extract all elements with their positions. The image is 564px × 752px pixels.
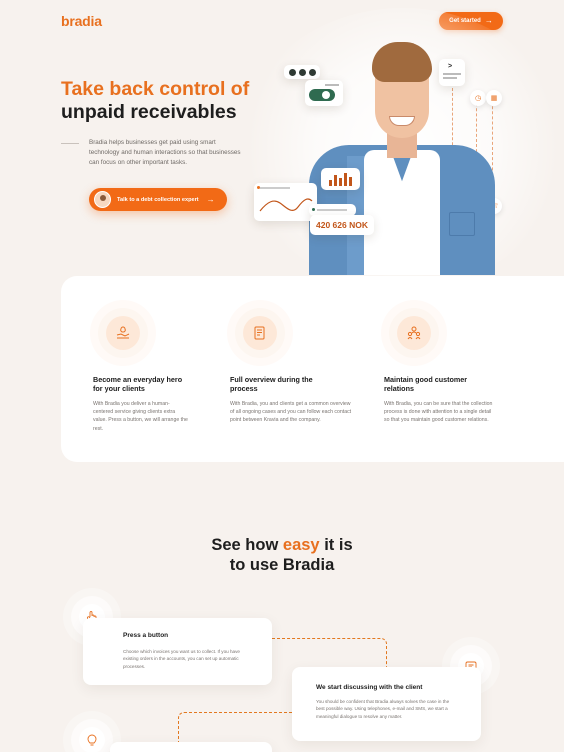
- how-title-post: it is: [324, 536, 353, 554]
- step-description: You should be confident that Bradia alwa…: [316, 699, 450, 719]
- line-chart-card: [254, 183, 317, 221]
- talk-to-expert-label: Talk to a debt collection expert: [117, 196, 199, 203]
- hand-heart-icon: [106, 316, 140, 350]
- step-card: Press a button Choose which invoices you…: [83, 618, 272, 685]
- hero-title: Take back control of unpaid receivables: [61, 78, 249, 124]
- step-description: Choose which invoices you want us to col…: [123, 649, 240, 669]
- step-card: We start discussing with the client You …: [292, 667, 481, 741]
- lightbulb-icon: [79, 727, 105, 752]
- hero-title-accent: Take back control of: [61, 78, 250, 100]
- features-section: Become an everyday hero for your clients…: [61, 276, 564, 462]
- step-connector: [272, 638, 387, 670]
- chevron-card: >: [439, 59, 465, 86]
- bar-chart-card: [321, 168, 360, 190]
- logo[interactable]: bradia: [61, 13, 102, 29]
- status-dots-card: [284, 65, 320, 79]
- feature-description: With Bradia, you and clients get a commo…: [230, 401, 352, 424]
- landing-page: bradia Get started → ◷ ▦ ◔ ➤ ☏ >: [0, 0, 564, 752]
- arrow-right-icon: →: [484, 16, 493, 25]
- hero-person-photo: [309, 40, 495, 275]
- feature-description: With Bradia you deliver a human-centered…: [93, 401, 188, 432]
- trend-line: [259, 198, 313, 212]
- chevron-right-icon: >: [448, 63, 453, 70]
- hero-title-rest: unpaid receivables: [61, 101, 237, 123]
- how-title-pre: See how: [211, 536, 279, 554]
- amount-badge: 420 626 NOK: [310, 215, 374, 235]
- step-card: [110, 742, 272, 752]
- feature-title: Full overview during the process: [230, 375, 313, 393]
- toggle-card: [305, 80, 343, 106]
- people-icon: [397, 316, 431, 350]
- step-title: Press a button: [123, 632, 169, 639]
- document-icon: [243, 316, 277, 350]
- avatar: [94, 191, 111, 208]
- hero-description: Bradia helps businesses get paid using s…: [89, 139, 241, 166]
- feature-description: With Bradia, you can be sure that the co…: [384, 401, 493, 424]
- how-it-works-title: See how easy it is to use Bradia: [0, 536, 564, 575]
- arrow-right-icon: →: [206, 195, 215, 204]
- how-title-line2: to use Bradia: [229, 555, 335, 574]
- how-title-accent: easy: [282, 536, 320, 554]
- talk-to-expert-button[interactable]: Talk to a debt collection expert →: [89, 188, 227, 211]
- divider: [61, 143, 79, 144]
- feature-title: Become an everyday hero for your clients: [93, 375, 183, 393]
- feature-title: Maintain good customer relations: [384, 375, 468, 393]
- step-title: We start discussing with the client: [316, 684, 423, 691]
